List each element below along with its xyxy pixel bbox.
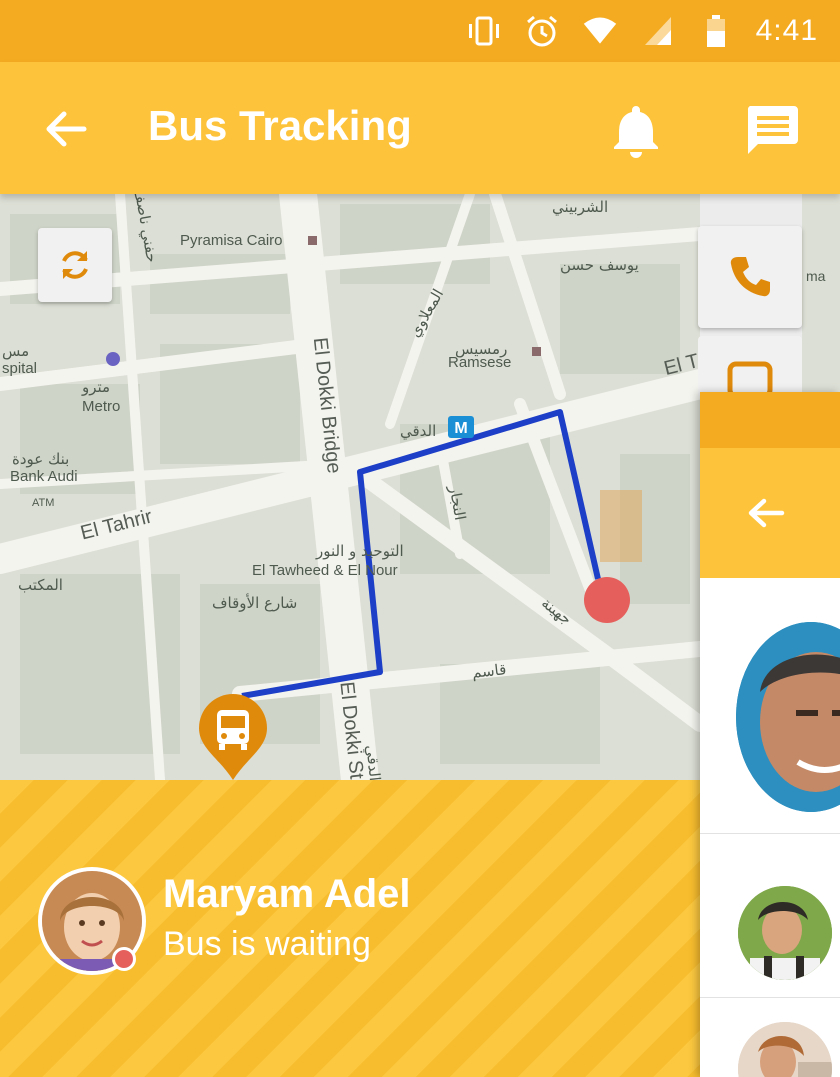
destination-marker[interactable] (584, 577, 630, 623)
student-info-card[interactable]: Maryam Adel Bus is waiting (0, 780, 700, 1077)
status-time: 4:41 (755, 14, 818, 47)
vibrate-icon (466, 13, 502, 49)
map-label-ramsese: Ramsese (448, 354, 512, 371)
side-panel[interactable] (700, 392, 840, 1077)
map-label-bank: Bank Audi (10, 468, 78, 485)
alarm-icon (524, 13, 560, 49)
map-label-bank-ar: بنك عودة (12, 450, 70, 468)
list-item[interactable] (700, 834, 840, 998)
avatar (738, 886, 832, 980)
side-panel-status-bar (700, 392, 840, 448)
map-label-pyramisa: Pyramisa Cairo (180, 232, 283, 249)
bus-location-marker[interactable] (197, 692, 269, 780)
bus-icon (727, 361, 773, 399)
map-view[interactable]: M Pyramisa Cairo رمسيس Ramsese مترو Metr… (0, 194, 700, 780)
page-title: Bus Tracking (148, 102, 412, 149)
refresh-button[interactable] (38, 228, 112, 302)
chat-icon (747, 106, 798, 154)
map-label-maktab-ar: المكتب (18, 576, 63, 594)
call-button[interactable] (698, 226, 802, 328)
list-item[interactable] (700, 578, 840, 834)
back-button[interactable] (40, 104, 90, 154)
map-label-hospital-ar: مس (2, 343, 30, 360)
status-bar: 4:41 (0, 0, 840, 62)
map-label-metro-ar: مترو (82, 378, 111, 396)
wifi-icon (582, 13, 618, 49)
map-label-dokki-ar: الدقي (400, 422, 437, 440)
avatar (738, 1022, 832, 1077)
map-label-sherbiny-ar: الشربيني (552, 198, 609, 216)
battery-icon (698, 13, 734, 49)
side-panel-back-button[interactable] (744, 492, 786, 534)
refresh-icon (62, 251, 88, 279)
map-label-metro: Metro (82, 398, 121, 415)
arrow-left-icon (46, 111, 87, 147)
status-dot (112, 947, 136, 971)
bell-icon (614, 106, 658, 158)
map-peek (802, 194, 840, 394)
messages-button[interactable] (744, 102, 800, 158)
map-label-hospital: spital (2, 360, 38, 377)
student-name: Maryam Adel (163, 872, 411, 916)
map-label-qasem-ar: قاسم (471, 660, 508, 682)
side-panel-app-bar (700, 448, 840, 578)
secondary-map-button[interactable] (698, 336, 802, 399)
bus-status-text: Bus is waiting (163, 925, 371, 963)
app-bar: Bus Tracking (0, 62, 840, 194)
map-label-dokki-side-ar: الدقي (362, 744, 384, 780)
arrow-left-icon (748, 498, 785, 528)
avatar (736, 622, 840, 812)
notifications-button[interactable] (610, 102, 662, 158)
map-label-tawheed-ar: التوحيد و النور (316, 542, 404, 560)
map-label-youssef-hassan-ar: يوسف حسن (560, 256, 639, 274)
phone-icon (730, 257, 770, 297)
map-label-awqaf-ar: شارع الأوقاف (212, 594, 298, 612)
map-peek-label: ma (806, 268, 826, 284)
signal-icon (640, 13, 676, 49)
metro-station-marker: M (454, 420, 467, 437)
map-label-tawheed: El Tawheed & El Nour (252, 562, 398, 579)
map-label-atm: ATM (32, 497, 55, 509)
list-item[interactable] (700, 998, 840, 1077)
bus-icon (199, 694, 267, 780)
